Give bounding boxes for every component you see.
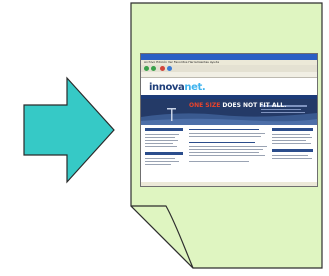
- text-line: [272, 137, 312, 138]
- browser-menu-item: Herramientas: [188, 60, 209, 64]
- text-line: [145, 158, 175, 159]
- browser-status-bar: [141, 182, 317, 186]
- right-column-heading: [272, 149, 313, 152]
- back-button-icon: [144, 66, 149, 71]
- text-line: [189, 129, 259, 130]
- text-line: [145, 146, 177, 147]
- site-logo-accent: net.: [184, 82, 206, 93]
- left-column-heading: [145, 152, 183, 155]
- text-line: [145, 134, 179, 135]
- text-line: [145, 140, 178, 141]
- text-line: [189, 149, 263, 150]
- text-line: [272, 134, 310, 135]
- site-hero-banner: ONE SIZE DOES NOT FIT ALL.: [141, 99, 317, 125]
- text-line: [145, 137, 175, 138]
- text-line: [189, 146, 267, 147]
- hero-headline: ONE SIZE DOES NOT FIT ALL.: [189, 102, 286, 109]
- browser-menu-item: Favoritos: [173, 60, 188, 64]
- site-content: [141, 125, 317, 183]
- text-line: [189, 155, 265, 156]
- text-line: [189, 161, 249, 162]
- text-line: [145, 161, 179, 162]
- browser-menu-item: Archivo: [144, 60, 156, 64]
- text-line: [272, 143, 311, 144]
- text-line: [272, 158, 312, 159]
- browser-menu-item: Edición: [156, 60, 168, 64]
- text-line: [189, 133, 265, 134]
- text-line: [145, 143, 173, 144]
- text-line: [189, 142, 255, 143]
- browser-menu-item: Ayuda: [209, 60, 220, 64]
- site-logo-text: innova: [149, 82, 185, 93]
- browser-menu-item: Ver: [168, 60, 173, 64]
- text-line: [145, 164, 171, 165]
- text-line: [272, 140, 306, 141]
- hero-headline-red: ONE SIZE: [189, 102, 221, 109]
- stop-button-icon: [160, 66, 165, 71]
- arrow-right-icon: [23, 76, 115, 184]
- left-column-heading: [145, 128, 183, 131]
- text-line: [189, 152, 259, 153]
- right-column-heading: [272, 128, 313, 131]
- site-logo: innovanet.: [149, 82, 206, 93]
- forward-button-icon: [151, 66, 156, 71]
- web-page-thumbnail-icon: Archivo Edición Ver Favoritos Herramient…: [140, 53, 318, 187]
- refresh-button-icon: [167, 66, 172, 71]
- hero-headline-white: DOES NOT FIT ALL.: [222, 102, 287, 109]
- text-line: [189, 136, 261, 137]
- text-line: [272, 155, 308, 156]
